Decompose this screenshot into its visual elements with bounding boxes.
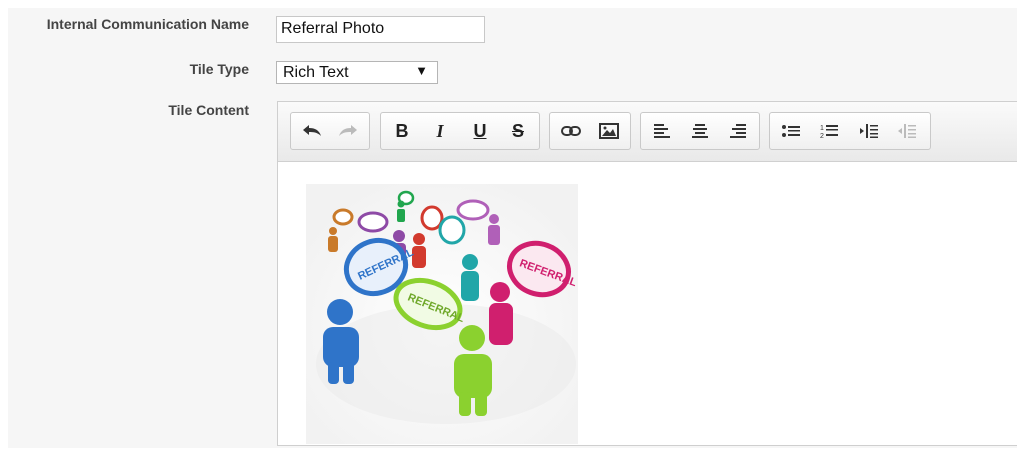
indent-icon xyxy=(860,124,878,138)
bubble-small-6 xyxy=(456,199,490,221)
person-orange xyxy=(328,227,338,252)
align-center-button[interactable] xyxy=(683,113,717,149)
person-pink xyxy=(489,282,513,345)
link-icon xyxy=(561,125,581,137)
comm-name-label: Internal Communication Name xyxy=(46,16,249,32)
svg-text:1: 1 xyxy=(820,125,824,132)
undo-icon xyxy=(302,124,322,138)
chevron-down-icon: ▼ xyxy=(415,63,428,78)
tile-type-select[interactable]: Rich Text ▼ xyxy=(276,61,438,84)
rich-text-editor[interactable]: B I U S 1 2 REFERRAL REFERRAL REFERRAL xyxy=(277,101,1017,446)
person-red xyxy=(412,233,426,268)
align-right-icon xyxy=(730,124,746,138)
bold-icon: B xyxy=(395,120,409,141)
list-group: 12 xyxy=(769,112,931,150)
numbered-list-button[interactable]: 12 xyxy=(812,113,846,149)
svg-text:2: 2 xyxy=(820,133,824,139)
image-button[interactable] xyxy=(592,113,626,149)
bubble-small-4 xyxy=(420,205,444,231)
undo-button[interactable] xyxy=(295,113,329,149)
outdent-button[interactable] xyxy=(890,113,924,149)
indent-button[interactable] xyxy=(852,113,886,149)
underline-button[interactable]: U xyxy=(463,113,497,149)
redo-icon xyxy=(338,124,358,138)
format-group: B I U S xyxy=(380,112,540,150)
image-icon xyxy=(599,123,619,139)
editor-toolbar: B I U S 1 2 xyxy=(278,102,1017,162)
tile-type-value: Rich Text xyxy=(283,64,349,81)
bulleted-list-button[interactable] xyxy=(774,113,808,149)
strikethrough-icon: S xyxy=(511,120,524,141)
outdent-icon xyxy=(898,124,916,138)
bulleted-list-icon xyxy=(782,124,800,138)
strikethrough-button[interactable]: S xyxy=(501,113,535,149)
insert-group xyxy=(549,112,631,150)
align-right-button[interactable] xyxy=(721,113,755,149)
comm-name-input[interactable]: Referral Photo xyxy=(276,16,485,43)
bubble-small-2 xyxy=(357,211,389,233)
tile-content-label: Tile Content xyxy=(168,102,249,118)
person-green-small xyxy=(397,200,405,222)
redo-button[interactable] xyxy=(331,113,365,149)
align-center-icon xyxy=(692,124,708,138)
referral-image[interactable]: REFERRAL REFERRAL REFERRAL xyxy=(306,184,578,444)
italic-button[interactable]: I xyxy=(423,113,457,149)
person-magenta-back xyxy=(488,214,500,245)
align-left-icon xyxy=(654,124,670,138)
align-left-button[interactable] xyxy=(645,113,679,149)
history-group xyxy=(290,112,370,150)
underline-icon: U xyxy=(473,120,487,141)
italic-icon: I xyxy=(436,120,444,141)
bubble-small-1 xyxy=(332,208,354,226)
editor-content[interactable]: REFERRAL REFERRAL REFERRAL xyxy=(278,162,1017,445)
numbered-list-icon: 12 xyxy=(820,123,838,139)
tile-type-label: Tile Type xyxy=(189,61,249,77)
align-group xyxy=(640,112,760,150)
person-teal xyxy=(461,254,479,301)
link-button[interactable] xyxy=(554,113,588,149)
bold-button[interactable]: B xyxy=(385,113,419,149)
bubble-small-5 xyxy=(438,215,466,245)
